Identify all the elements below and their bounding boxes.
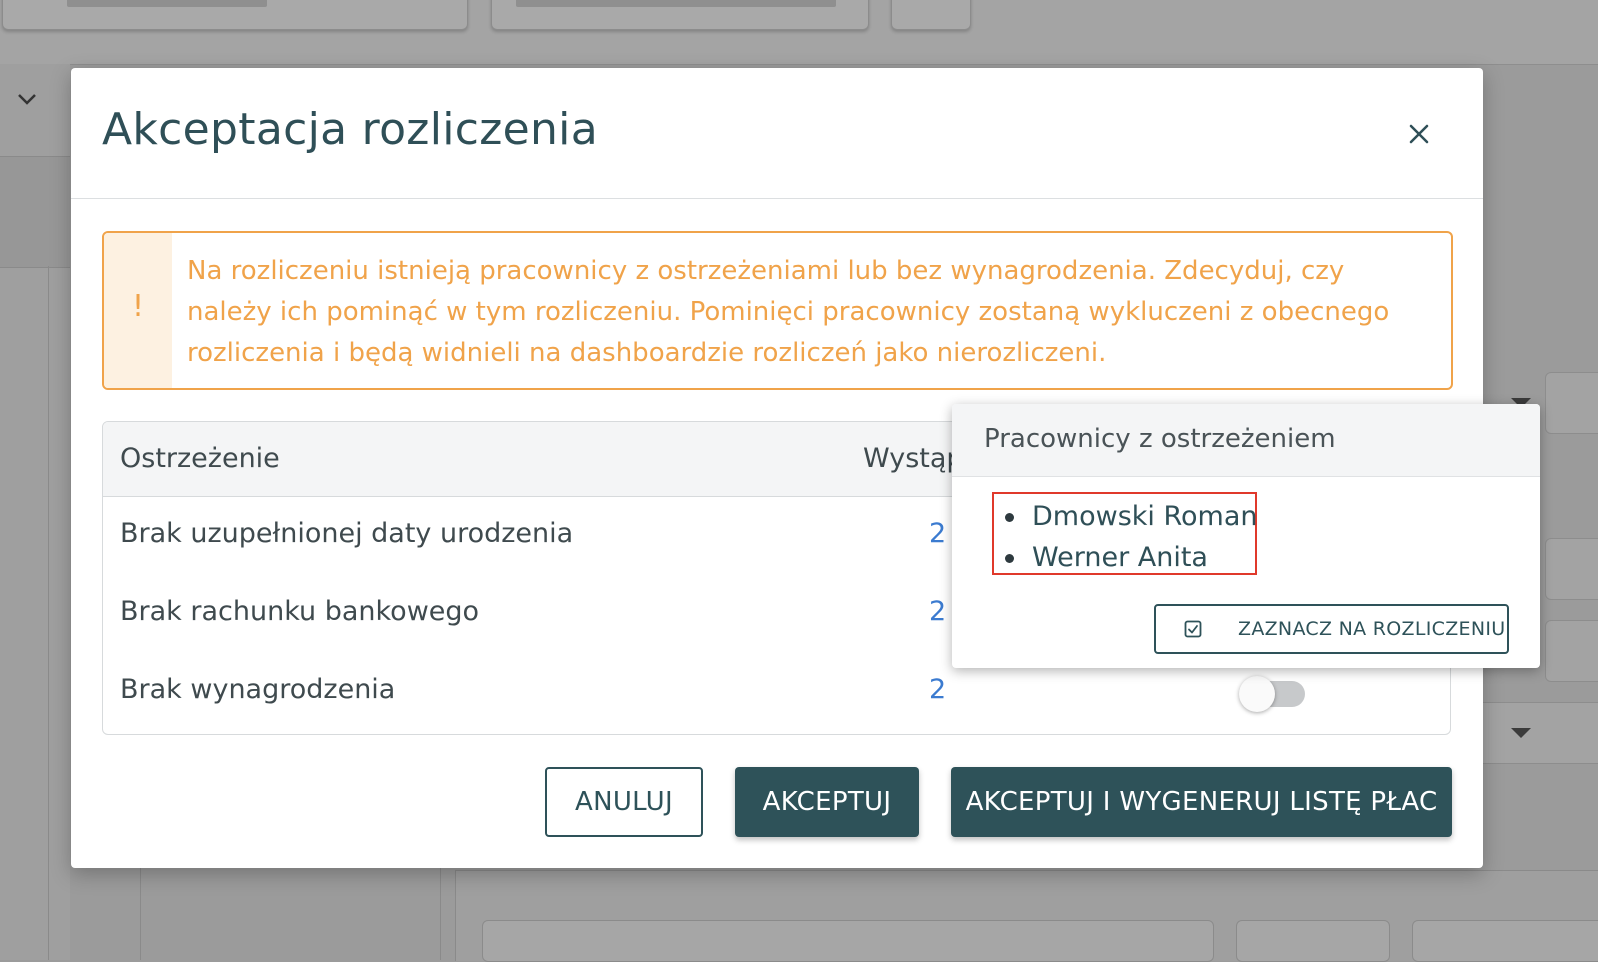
occurrences-link[interactable]: 2 (929, 674, 946, 705)
background-select (1545, 372, 1598, 434)
accept-and-generate-payroll-button[interactable]: AKCEPTUJ I WYGENERUJ LISTĘ PŁAC (951, 767, 1452, 837)
close-icon (1409, 124, 1429, 144)
popover-header: Pracownicy z ostrzeżeniem (952, 404, 1540, 477)
employee-item[interactable]: Dmowski Roman (1002, 496, 1258, 537)
checkbox-checked-icon (1184, 620, 1202, 638)
accept-button[interactable]: AKCEPTUJ (735, 767, 919, 837)
caret-down-icon (1511, 728, 1531, 738)
employee-name: Dmowski Roman (1032, 501, 1258, 532)
employee-name: Werner Anita (1032, 542, 1208, 573)
close-button[interactable] (1399, 114, 1439, 154)
bullet-icon (1005, 513, 1014, 522)
dialog-title: Akceptacja rozliczenia (102, 104, 598, 155)
background-add-button (891, 0, 971, 30)
popover-title: Pracownicy z ostrzeżeniem (984, 424, 1336, 454)
column-header-occurrences: Wystąp (863, 443, 964, 474)
skip-employees-toggle[interactable] (1239, 676, 1305, 712)
employees-with-warning-popover: Pracownicy z ostrzeżeniem Dmowski Roman … (952, 404, 1540, 668)
background-toolbar (0, 0, 1598, 65)
warning-message: Na rozliczeniu istnieją pracownicy z ost… (187, 256, 1390, 368)
exclamation-icon: ! (131, 289, 145, 324)
warning-name: Brak uzupełnionej daty urodzenia (120, 518, 574, 549)
warning-name: Brak rachunku bankowego (120, 596, 480, 627)
column-header-warning: Ostrzeżenie (120, 443, 280, 474)
dialog-header: Akceptacja rozliczenia (71, 68, 1483, 199)
warning-alert: ! Na rozliczeniu istnieją pracownicy z o… (102, 231, 1453, 390)
background-unit-button (491, 0, 869, 30)
occurrences-link[interactable]: 2 (929, 518, 946, 549)
background-row (0, 156, 70, 268)
employee-item[interactable]: Werner Anita (1002, 537, 1258, 578)
bullet-icon (1005, 554, 1014, 563)
background-period-button (2, 0, 468, 30)
cancel-button[interactable]: ANULUJ (545, 767, 703, 837)
warning-name: Brak wynagrodzenia (120, 674, 396, 705)
mark-on-settlement-label: ZAZNACZ NA ROZLICZENIU (1238, 618, 1506, 640)
occurrences-link[interactable]: 2 (929, 596, 946, 627)
chevron-down-icon (18, 94, 36, 105)
employee-list: Dmowski Roman Werner Anita (1002, 496, 1258, 578)
background-select (1470, 702, 1598, 764)
mark-on-settlement-button[interactable]: ZAZNACZ NA ROZLICZENIU (1154, 604, 1509, 654)
